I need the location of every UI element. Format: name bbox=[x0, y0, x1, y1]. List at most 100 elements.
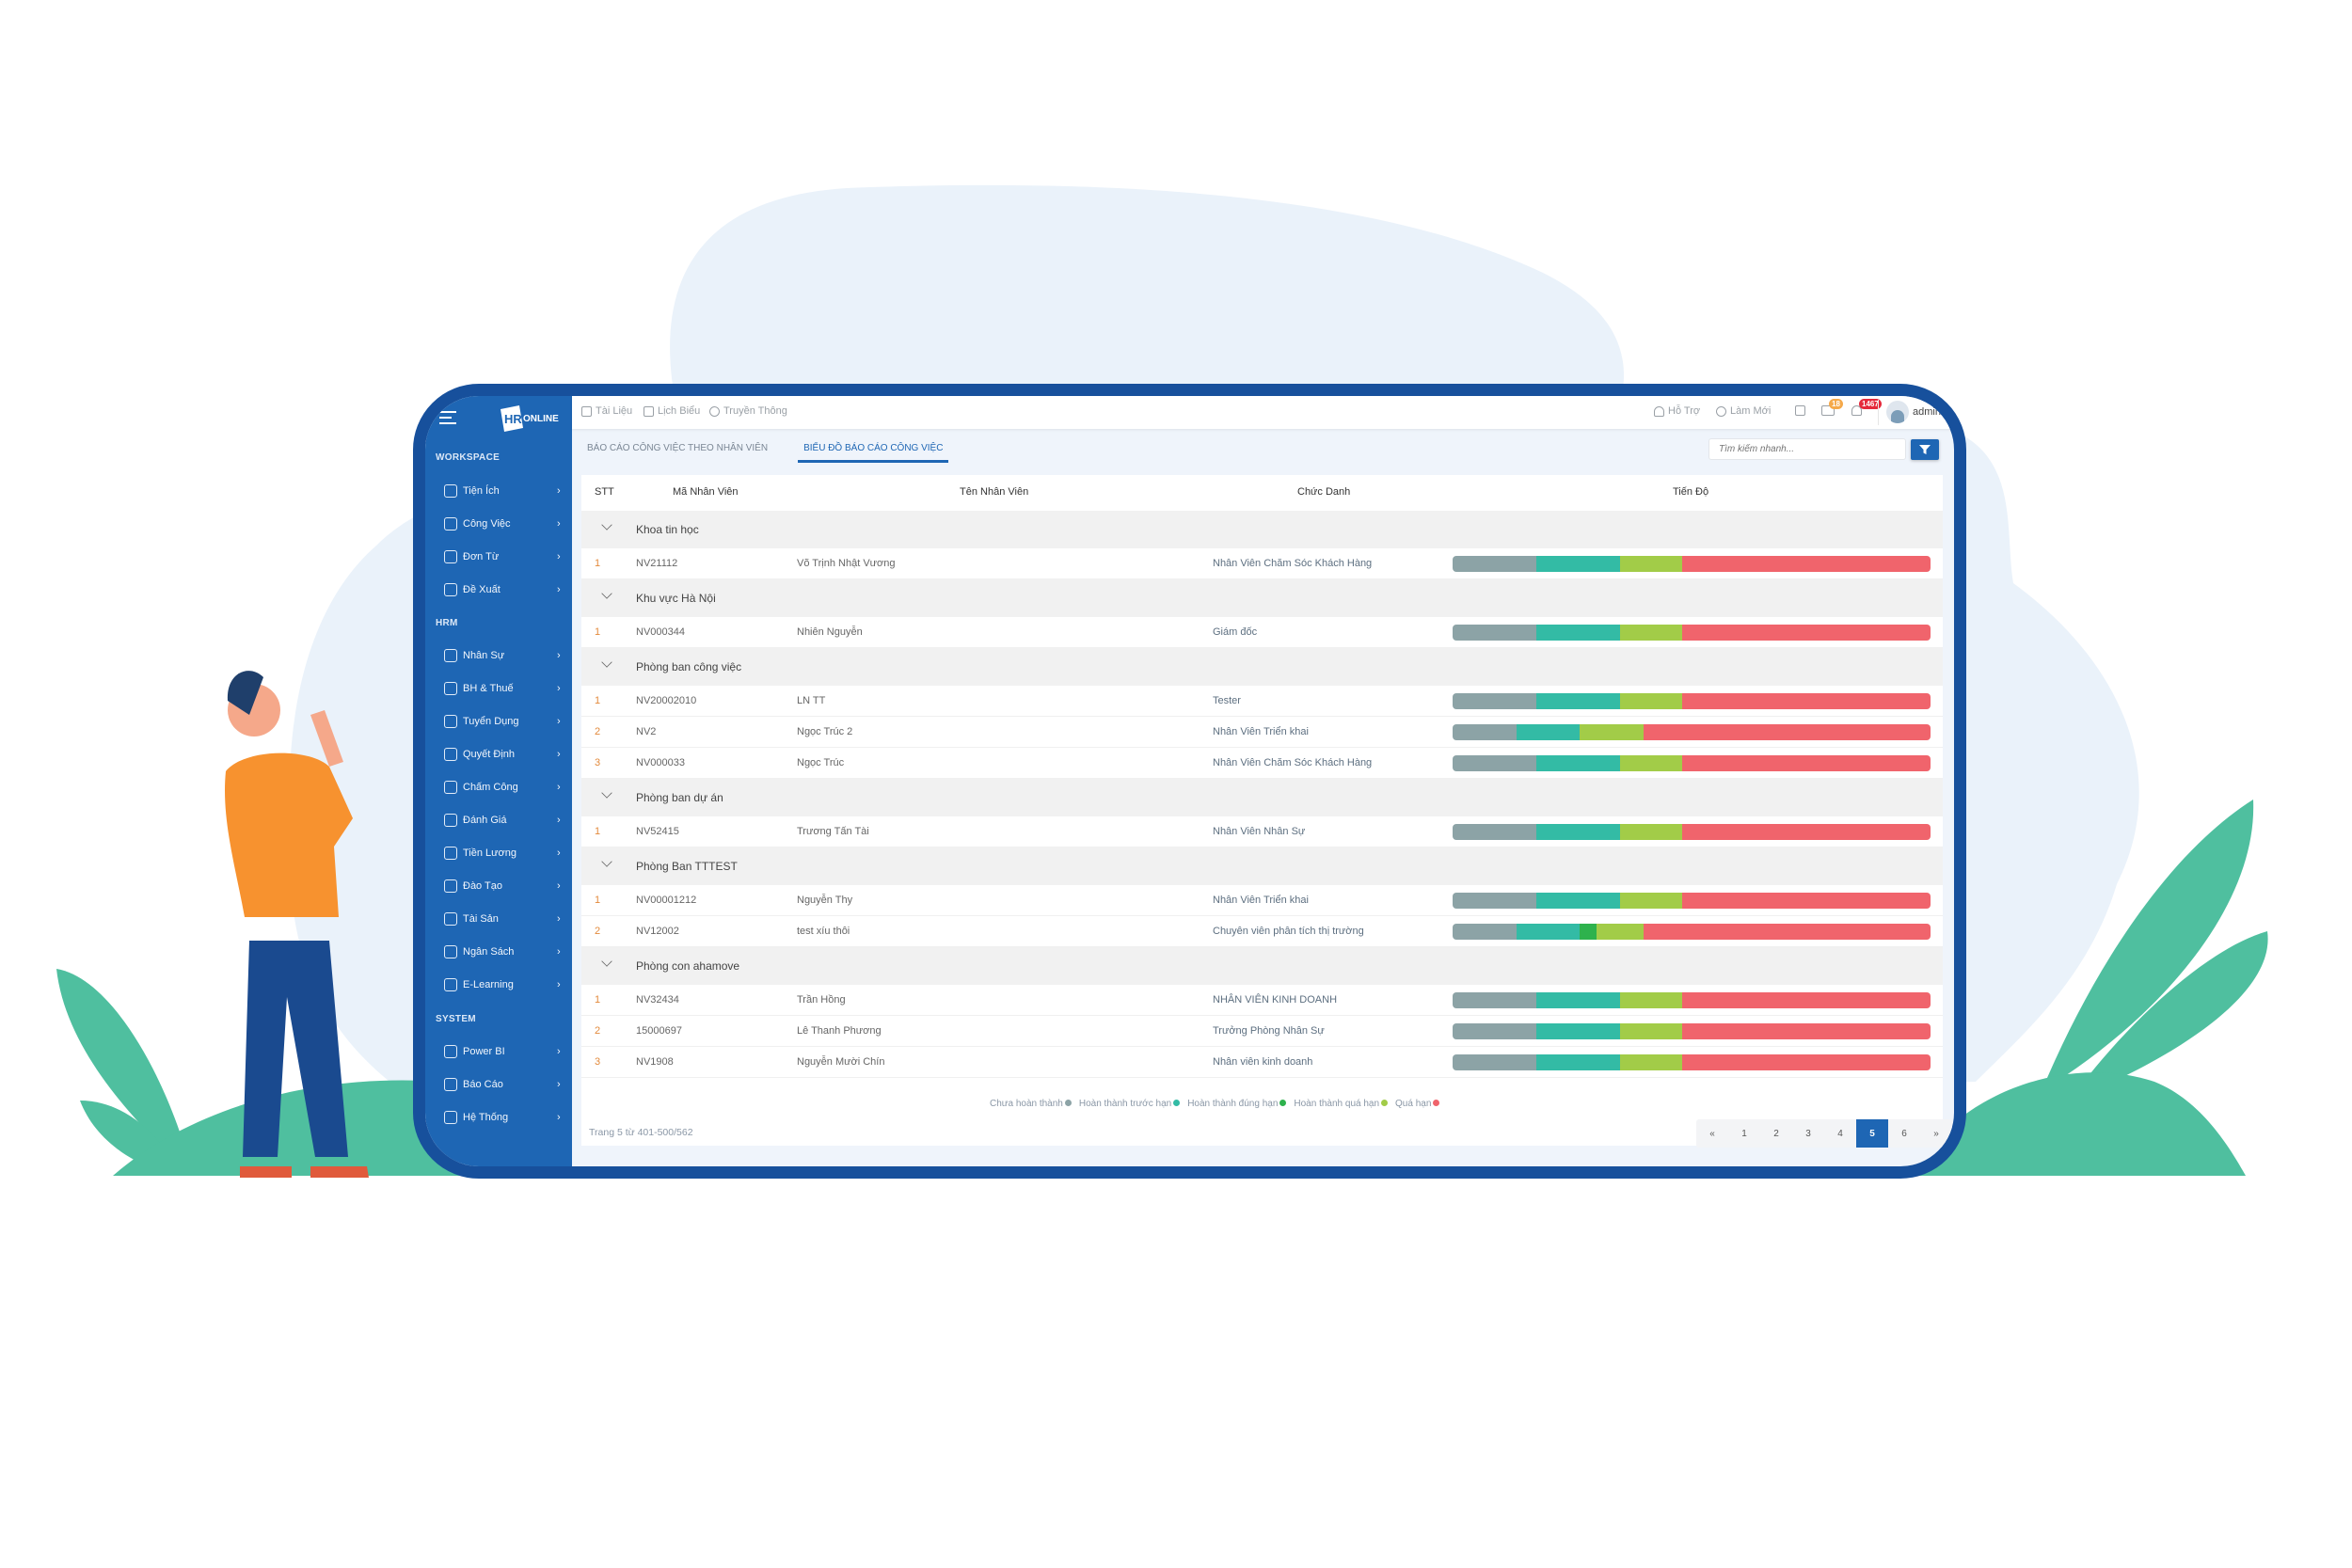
topbar-item-calendar[interactable]: Lịch Biểu bbox=[644, 405, 700, 417]
page-button[interactable]: 2 bbox=[1760, 1119, 1792, 1148]
chevron-down-icon[interactable] bbox=[601, 657, 612, 668]
row-stt: 1 bbox=[595, 826, 601, 837]
sidebar-item[interactable]: Ngân Sách › bbox=[425, 938, 572, 966]
job-title: Nhân Viên Chăm Sóc Khách Hàng bbox=[1213, 757, 1373, 768]
sidebar-item[interactable]: Đề Xuất › bbox=[425, 576, 572, 604]
table-row[interactable]: 2 15000697 Lê Thanh Phương Trưởng Phòng Nhâ… bbox=[581, 1016, 1943, 1047]
sidebar-item[interactable]: BH & Thuế › bbox=[425, 674, 572, 703]
table-row[interactable]: 1 NV32434 Trần Hồng NHÂN VIÊN KINH DOANH bbox=[581, 985, 1943, 1016]
sidebar-item[interactable]: Báo Cáo › bbox=[425, 1070, 572, 1099]
legend-item: Quá hạn bbox=[1395, 1099, 1440, 1109]
sidebar-item[interactable]: Đào Tạo › bbox=[425, 872, 572, 900]
search-input[interactable] bbox=[1708, 438, 1906, 460]
progress-segment bbox=[1681, 1054, 1931, 1070]
legend-item: Hoàn thành quá hạn bbox=[1294, 1099, 1389, 1109]
page-button[interactable]: 1 bbox=[1728, 1119, 1760, 1148]
employee-name: Trần Hồng bbox=[797, 994, 846, 1006]
legend-dot bbox=[1433, 1100, 1440, 1106]
calendar-icon bbox=[644, 405, 654, 417]
sidebar-item[interactable]: Đơn Từ › bbox=[425, 543, 572, 571]
legend-item: Hoàn thành đúng hạn bbox=[1187, 1099, 1287, 1109]
fullscreen-button[interactable] bbox=[1795, 405, 1805, 416]
diamond-icon bbox=[444, 912, 457, 926]
tab-work-report-chart[interactable]: BIỂU ĐỒ BÁO CÁO CÔNG VIỆC bbox=[798, 437, 949, 463]
filter-button[interactable] bbox=[1911, 439, 1939, 460]
chevron-down-icon[interactable] bbox=[601, 787, 612, 799]
sidebar-item[interactable]: Chấm Công › bbox=[425, 773, 572, 801]
progress-segment bbox=[1453, 924, 1517, 940]
employee-name: Ngọc Trúc bbox=[797, 757, 845, 768]
sidebar-item[interactable]: Tài Sản › bbox=[425, 905, 572, 933]
progress-segment bbox=[1453, 992, 1536, 1008]
progress-bar bbox=[1453, 693, 1931, 709]
progress-segment bbox=[1619, 755, 1682, 771]
progress-segment bbox=[1619, 625, 1682, 641]
sidebar-item[interactable]: Công Việc › bbox=[425, 510, 572, 538]
chevron-down-icon[interactable] bbox=[601, 588, 612, 599]
progress-segment bbox=[1535, 1023, 1620, 1039]
sidebar-item-label: Công Việc bbox=[463, 518, 511, 530]
sidebar-item[interactable]: Hệ Thống › bbox=[425, 1103, 572, 1132]
sidebar-item[interactable]: Nhân Sự › bbox=[425, 641, 572, 670]
sidebar-item[interactable]: Đánh Giá › bbox=[425, 806, 572, 834]
chevron-down-icon[interactable] bbox=[601, 519, 612, 531]
page-button[interactable]: » bbox=[1920, 1119, 1952, 1148]
employee-name: Lê Thanh Phương bbox=[797, 1025, 882, 1037]
progress-segment bbox=[1453, 556, 1536, 572]
table-row[interactable]: 1 NV52415 Trương Tấn Tài Nhân Viên Nhân Sự bbox=[581, 816, 1943, 847]
table-row[interactable]: 3 NV1908 Nguyễn Mười Chín Nhân viên kinh do… bbox=[581, 1047, 1943, 1078]
table-row[interactable]: 2 NV2 Ngọc Trúc 2 Nhân Viên Triển khai bbox=[581, 717, 1943, 748]
topbar-item-media[interactable]: Truyền Thông bbox=[709, 405, 787, 417]
chevron-right-icon: › bbox=[557, 979, 561, 990]
sidebar-item[interactable]: Quyết Định › bbox=[425, 740, 572, 768]
page-button[interactable]: 5 bbox=[1856, 1119, 1888, 1148]
header-title: Chức Danh bbox=[1297, 486, 1351, 498]
support-button[interactable]: Hỗ Trợ bbox=[1654, 405, 1700, 417]
page-button[interactable]: 4 bbox=[1824, 1119, 1856, 1148]
table-row[interactable]: 2 NV12002 test xíu thôi Chuyên viên phân tí… bbox=[581, 916, 1943, 947]
location-icon bbox=[444, 781, 457, 794]
notifications-button[interactable]: 1467 bbox=[1851, 399, 1882, 416]
row-stt: 1 bbox=[595, 695, 601, 706]
graduation-icon bbox=[444, 879, 457, 893]
chevron-down-icon[interactable] bbox=[601, 956, 612, 967]
job-title: Giám đốc bbox=[1213, 626, 1258, 638]
group-name: Phòng ban công việc bbox=[636, 660, 742, 673]
tab-report-by-employee[interactable]: BÁO CÁO CÔNG VIỆC THEO NHÂN VIÊN bbox=[581, 437, 773, 463]
sidebar-item[interactable]: Tuyển Dụng › bbox=[425, 707, 572, 736]
sidebar-item-label: Hệ Thống bbox=[463, 1112, 509, 1123]
page-button[interactable]: 6 bbox=[1888, 1119, 1920, 1148]
employee-name: Trương Tấn Tài bbox=[797, 826, 869, 837]
topbar-item-documents[interactable]: Tài Liệu bbox=[581, 405, 632, 417]
job-title: Nhân Viên Nhân Sự bbox=[1213, 826, 1306, 837]
page-button[interactable]: « bbox=[1696, 1119, 1728, 1148]
table-row[interactable]: 1 NV20002010 LN TT Tester bbox=[581, 686, 1943, 717]
group-row[interactable]: Khoa tin học bbox=[581, 511, 1943, 548]
sidebar-item[interactable]: Power BI › bbox=[425, 1037, 572, 1066]
group-row[interactable]: Phòng ban công việc bbox=[581, 648, 1943, 686]
progress-segment bbox=[1681, 893, 1931, 909]
group-row[interactable]: Khu vực Hà Nội bbox=[581, 579, 1943, 617]
group-row[interactable]: Phòng con ahamove bbox=[581, 947, 1943, 985]
page-button[interactable]: 3 bbox=[1792, 1119, 1824, 1148]
refresh-button[interactable]: Làm Mới bbox=[1716, 405, 1771, 417]
messages-button[interactable]: 18 bbox=[1821, 399, 1843, 416]
user-menu[interactable]: admin bbox=[1886, 401, 1941, 423]
row-stt: 1 bbox=[595, 558, 601, 569]
legend-dot bbox=[1381, 1100, 1389, 1106]
chevron-down-icon[interactable] bbox=[601, 856, 612, 867]
menu-toggle-icon[interactable] bbox=[439, 411, 456, 424]
sidebar-item[interactable]: E-Learning › bbox=[425, 971, 572, 999]
group-row[interactable]: Phòng Ban TTTEST bbox=[581, 847, 1943, 885]
table-row[interactable]: 1 NV21112 Võ Trịnh Nhật Vương Nhân Viên Chă… bbox=[581, 548, 1943, 579]
refresh-icon bbox=[1716, 405, 1726, 417]
table-row[interactable]: 3 NV000033 Ngọc Trúc Nhân Viên Chăm Sóc Khá… bbox=[581, 748, 1943, 779]
progress-segment bbox=[1453, 755, 1536, 771]
group-row[interactable]: Phòng ban dự án bbox=[581, 779, 1943, 816]
progress-segment bbox=[1681, 1023, 1931, 1039]
sidebar-item[interactable]: Tiện Ích › bbox=[425, 477, 572, 505]
table-row[interactable]: 1 NV000344 Nhiên Nguyễn Giám đốc bbox=[581, 617, 1943, 648]
progress-segment bbox=[1619, 693, 1682, 709]
table-row[interactable]: 1 NV00001212 Nguyễn Thy Nhân Viên Triển kha… bbox=[581, 885, 1943, 916]
sidebar-item[interactable]: Tiền Lương › bbox=[425, 839, 572, 867]
